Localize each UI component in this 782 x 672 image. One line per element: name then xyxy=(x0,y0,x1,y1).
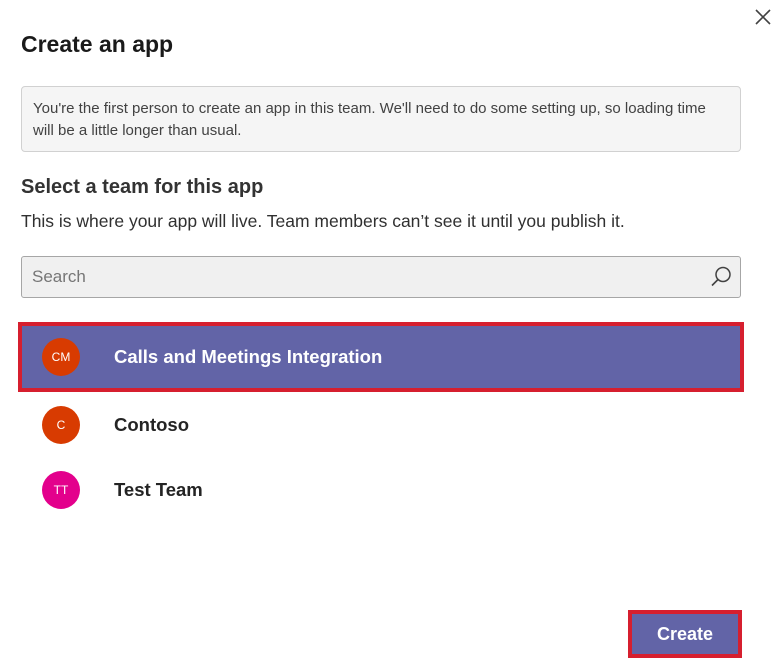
team-section-heading: Select a team for this app xyxy=(21,176,264,198)
search-input[interactable] xyxy=(22,257,702,297)
avatar: C xyxy=(42,405,80,444)
avatar: TT xyxy=(42,470,80,509)
create-button[interactable]: Create xyxy=(628,610,742,658)
team-section-description: This is where your app will live. Team m… xyxy=(21,211,625,231)
close-icon xyxy=(755,9,771,25)
setup-notice: You're the first person to create an app… xyxy=(21,86,741,152)
dialog-title: Create an app xyxy=(21,31,174,57)
team-name: Contoso xyxy=(114,413,190,435)
team-list: CM Calls and Meetings Integration C Cont… xyxy=(18,322,744,522)
search-icon[interactable] xyxy=(702,258,740,296)
team-name: Test Team xyxy=(114,478,203,500)
avatar: CM xyxy=(42,338,80,376)
team-item-calls-and-meetings-integration[interactable]: CM Calls and Meetings Integration xyxy=(18,322,744,392)
team-search-box xyxy=(21,256,741,298)
team-item-test-team[interactable]: TT Test Team xyxy=(18,457,744,522)
team-name: Calls and Meetings Integration xyxy=(114,346,383,367)
team-item-contoso[interactable]: C Contoso xyxy=(18,392,744,457)
close-button[interactable] xyxy=(750,4,776,30)
